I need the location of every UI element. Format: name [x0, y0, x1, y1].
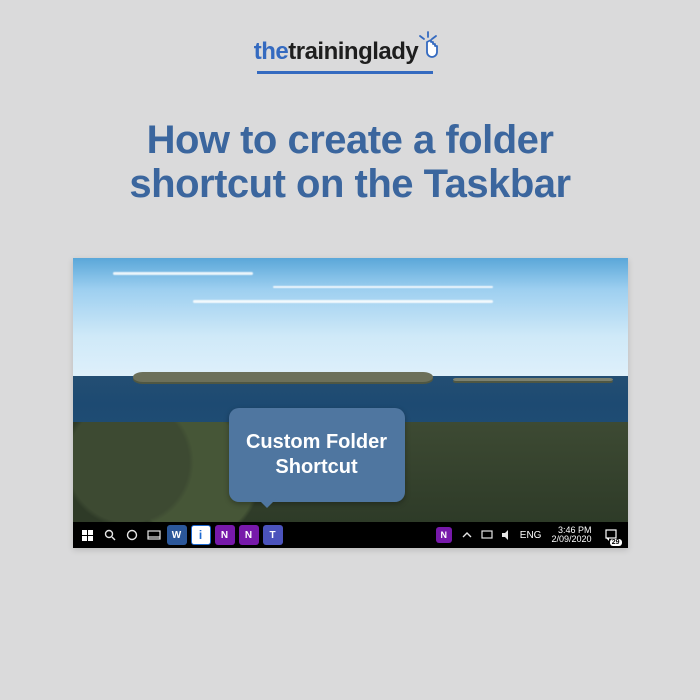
teams-icon: T — [269, 530, 275, 541]
pointer-click-icon — [416, 30, 446, 69]
tray-onenote[interactable]: N — [436, 527, 452, 543]
taskbar-app-teams[interactable]: T — [263, 525, 283, 545]
wallpaper-island — [133, 372, 433, 382]
task-view-button[interactable] — [143, 524, 165, 546]
logo-text: thetraininglady — [254, 38, 419, 66]
tray-cast-icon[interactable] — [480, 528, 494, 542]
taskbar-clock[interactable]: 3:46 PM 2/09/2020 — [547, 526, 595, 545]
taskbar-app-custom-folder-shortcut[interactable]: i — [191, 525, 211, 545]
logo-underline — [257, 71, 433, 74]
system-tray: N ENG 3:46 PM 2/09/2020 29 — [434, 526, 624, 545]
search-icon — [104, 529, 116, 541]
taskbar-app-word[interactable]: W — [167, 525, 187, 545]
action-center-button[interactable]: 29 — [602, 526, 620, 544]
notification-count-badge: 29 — [610, 539, 622, 546]
logo-part-lady: lady — [372, 38, 418, 65]
callout-text: Custom Folder Shortcut — [229, 430, 405, 480]
word-icon: W — [172, 530, 181, 541]
taskbar-app-onenote-win10[interactable]: N — [239, 525, 259, 545]
logo-part-the: the — [254, 38, 289, 65]
tray-chevron-up-icon[interactable] — [460, 528, 474, 542]
info-icon: i — [199, 528, 202, 542]
onenote-icon: N — [221, 530, 228, 541]
clock-date: 2/09/2020 — [551, 535, 591, 544]
cortana-button[interactable] — [121, 524, 143, 546]
onenote-icon: N — [245, 530, 252, 541]
annotation-callout: Custom Folder Shortcut — [229, 408, 405, 502]
windows-taskbar: W i N N T N ENG 3:46 PM 2/09/2020 29 — [73, 522, 628, 548]
logo-part-training: training — [288, 38, 372, 65]
start-button[interactable] — [77, 524, 99, 546]
taskbar-app-onenote[interactable]: N — [215, 525, 235, 545]
brand-logo: thetraininglady — [254, 34, 447, 74]
tutorial-screenshot: Custom Folder Shortcut W i N N T N ENG — [73, 258, 628, 548]
search-button[interactable] — [99, 524, 121, 546]
cortana-icon — [126, 529, 138, 541]
page-title: How to create a folder shortcut on the T… — [70, 118, 630, 206]
onenote-icon: N — [441, 530, 448, 540]
tray-language-indicator[interactable]: ENG — [520, 530, 542, 541]
task-view-icon — [147, 530, 161, 540]
windows-logo-icon — [82, 530, 93, 541]
wallpaper-island — [453, 378, 613, 381]
tray-volume-icon[interactable] — [500, 528, 514, 542]
